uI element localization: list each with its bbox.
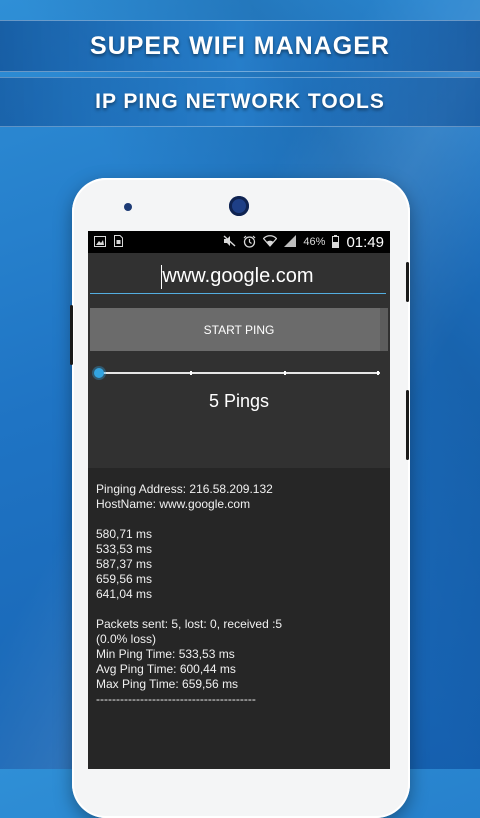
results-divider: ---------------------------------------- [96, 692, 256, 706]
wifi-icon [263, 235, 278, 249]
app-subtitle: IP PING NETWORK TOOLS [95, 90, 385, 113]
image-icon [94, 235, 106, 249]
url-field-container [88, 253, 390, 299]
hostname-line: HostName: www.google.com [96, 497, 251, 511]
ping-time-line: 659,56 ms [96, 572, 153, 586]
ping-count-slider[interactable] [94, 367, 380, 379]
subtitle-banner: IP PING NETWORK TOOLS [0, 77, 480, 127]
phone-screen: 46% 01:49 START PING 5 Pings Pinging Add… [88, 231, 390, 769]
ping-time-line: 580,71 ms [96, 527, 153, 541]
ping-results-panel: Pinging Address: 216.58.209.132 HostName… [88, 468, 390, 769]
ping-count-label: 5 Pings [208, 391, 270, 411]
phone-sensor-dot [124, 203, 132, 211]
signal-icon [284, 235, 297, 249]
ping-time-line: 641,04 ms [96, 587, 153, 601]
phone-side-button [70, 305, 73, 365]
ping-time-line: 533,53 ms [96, 542, 153, 556]
ping-time-line: 587,37 ms [96, 557, 153, 571]
max-ping-line: Max Ping Time: 659,56 ms [96, 677, 239, 691]
packets-summary-line: Packets sent: 5, lost: 0, received :5 [96, 617, 283, 631]
status-bar: 46% 01:49 [88, 231, 390, 253]
app-title-banner: SUPER WIFI MANAGER [0, 20, 480, 72]
min-ping-line: Min Ping Time: 533,53 ms [96, 647, 235, 661]
pinging-address-line: Pinging Address: 216.58.209.132 [96, 482, 273, 496]
slider-thumb[interactable] [94, 368, 104, 378]
avg-ping-line: Avg Ping Time: 600,44 ms [96, 662, 236, 676]
slider-tick [284, 371, 286, 375]
phone-camera [229, 196, 249, 216]
slider-track [98, 372, 380, 374]
clock: 01:49 [346, 233, 384, 251]
battery-icon [332, 234, 340, 250]
battery-percent: 46% [303, 236, 326, 248]
start-ping-button[interactable]: START PING [90, 308, 388, 351]
slider-tick [190, 371, 192, 375]
phone-volume-button [406, 390, 409, 460]
app-title: SUPER WIFI MANAGER [90, 31, 390, 60]
phone-power-button [406, 262, 409, 302]
text-cursor [161, 265, 162, 289]
url-input[interactable] [90, 259, 386, 294]
sim-icon [114, 235, 123, 249]
mute-icon [223, 235, 236, 249]
loss-line: (0.0% loss) [96, 632, 157, 646]
alarm-icon [243, 235, 256, 250]
slider-tick [377, 371, 379, 375]
